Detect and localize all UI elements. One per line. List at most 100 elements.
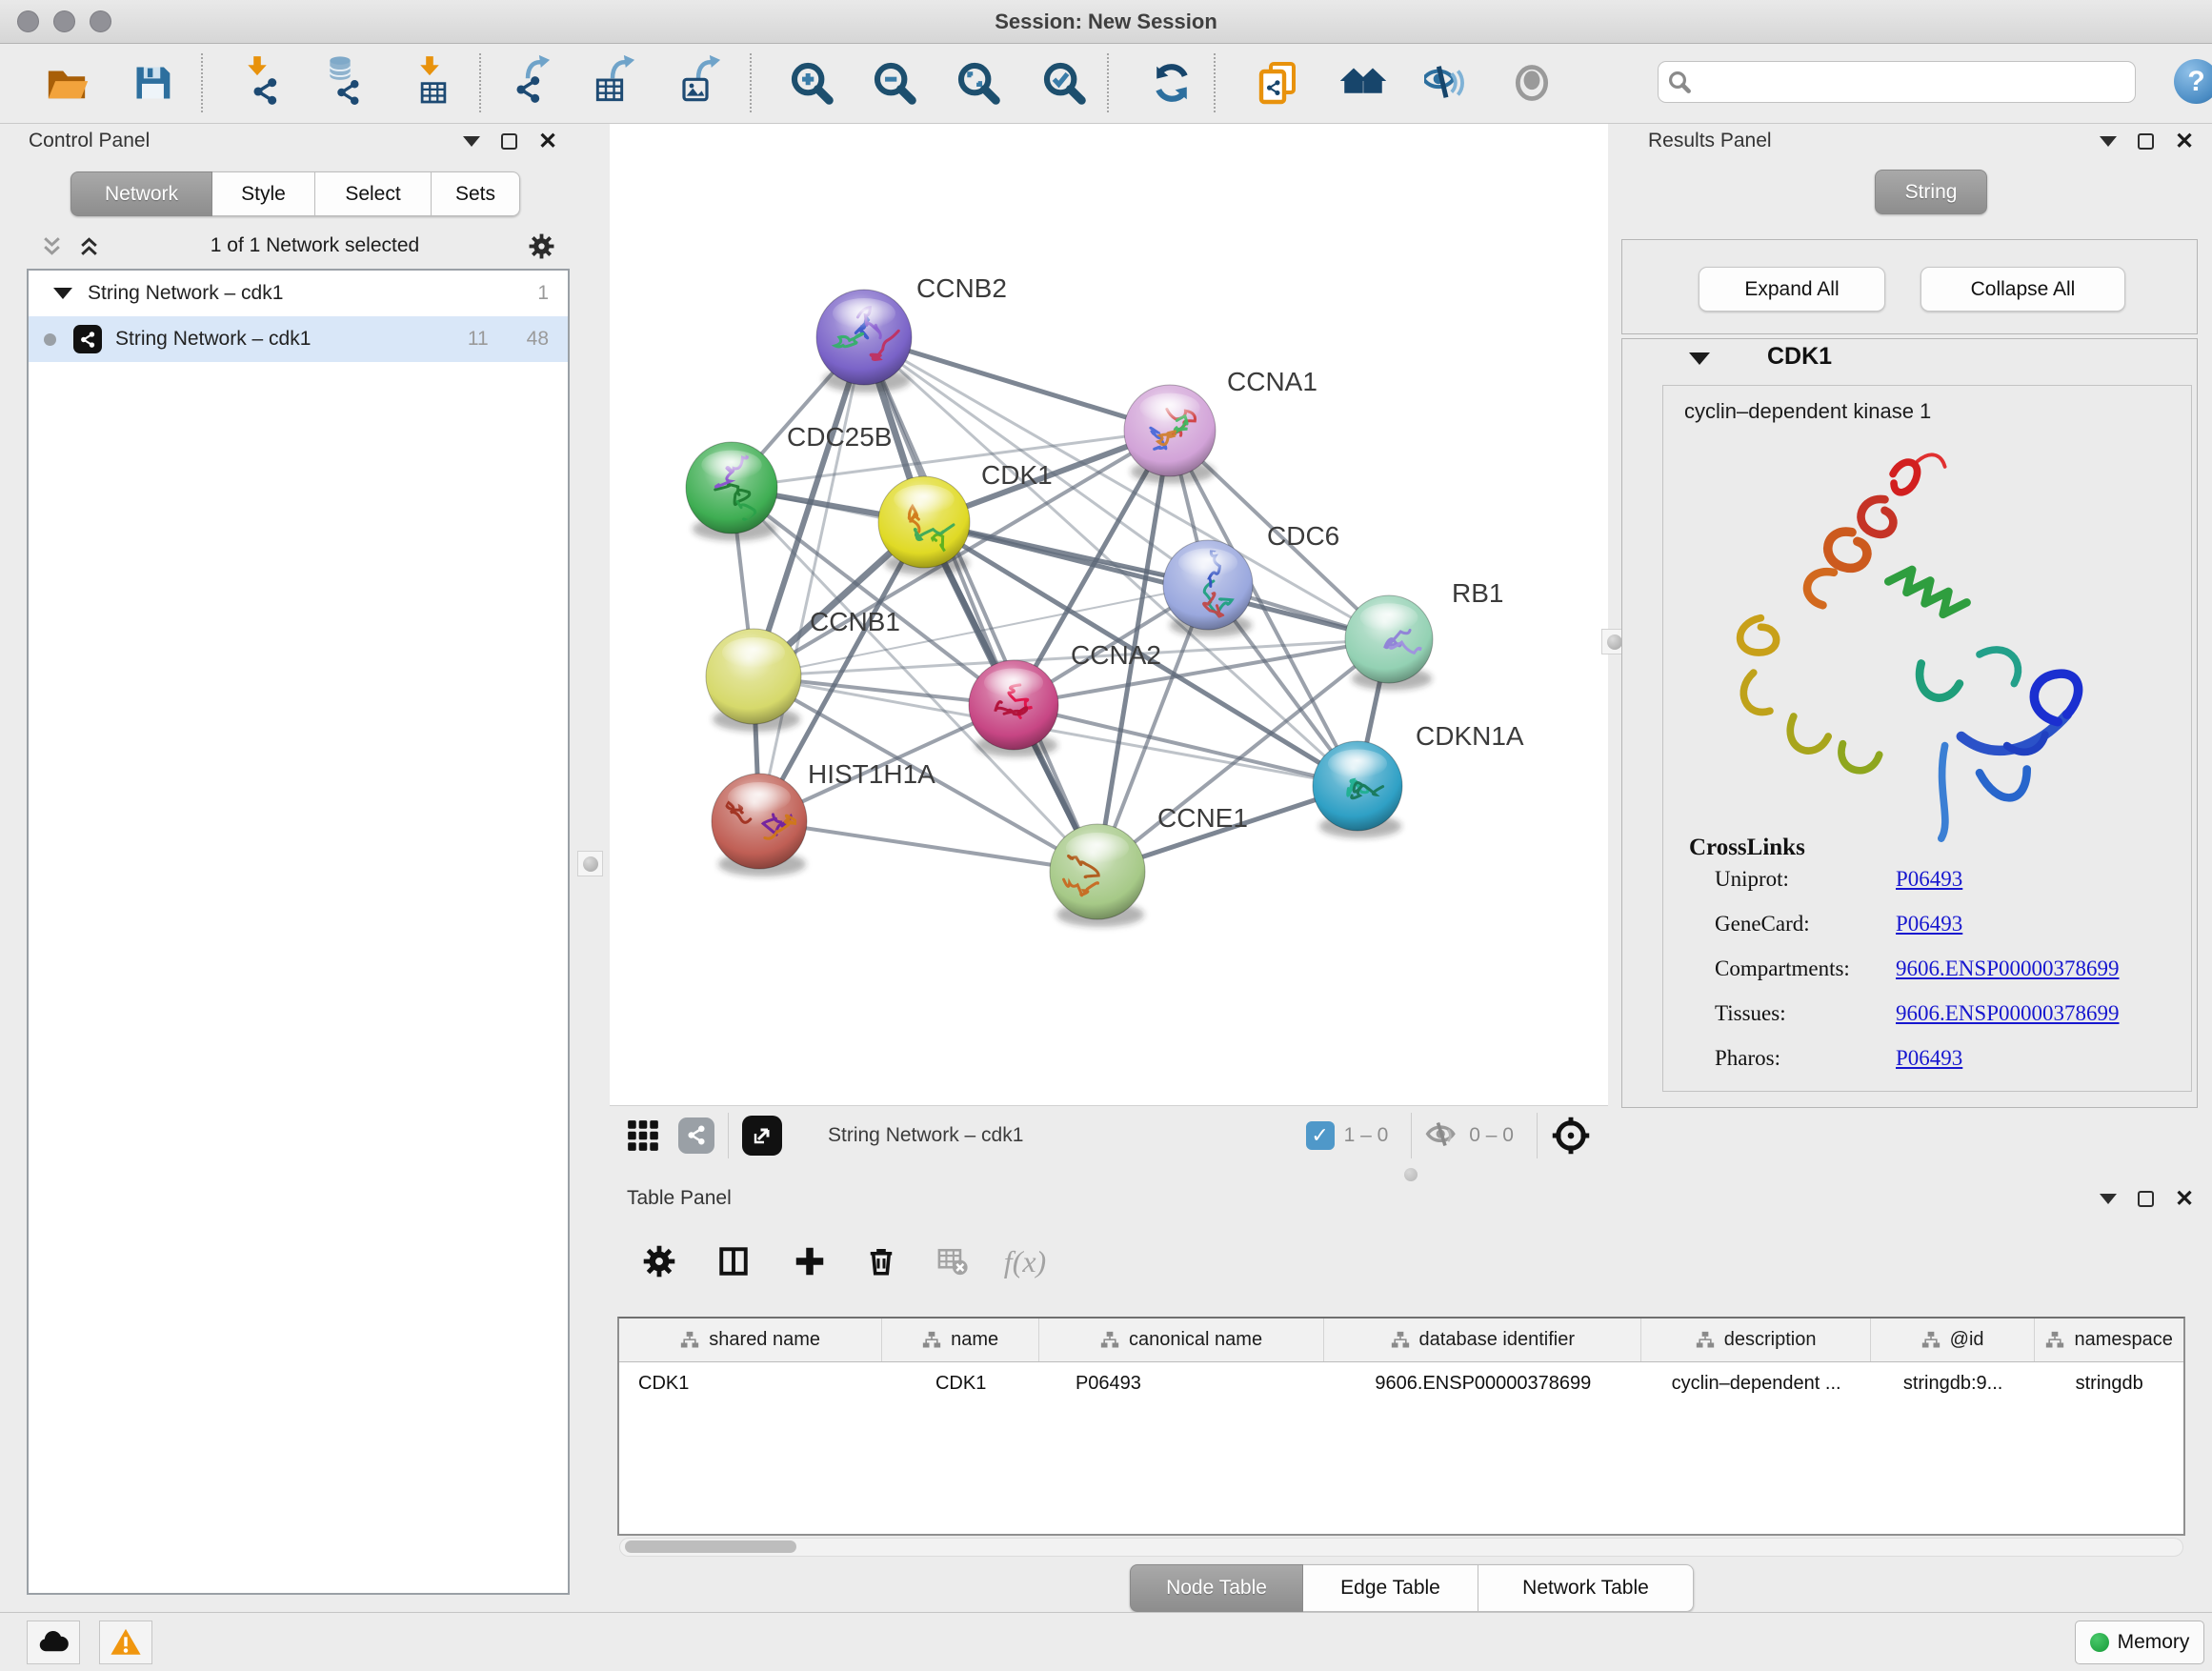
collection-disclosure-icon[interactable] — [53, 288, 72, 299]
delete-column-button[interactable] — [855, 1235, 908, 1288]
graph-node-CDC25B[interactable] — [686, 442, 777, 541]
graph-node-CDKN1A[interactable] — [1313, 741, 1402, 838]
column-header[interactable]: @id — [1871, 1319, 2036, 1361]
table-cell[interactable]: CDK1 — [619, 1362, 882, 1404]
show-hidden-button[interactable] — [1504, 53, 1559, 112]
table-cell[interactable]: stringdb:9... — [1871, 1362, 2036, 1404]
close-panel-icon[interactable]: ✕ — [2175, 133, 2194, 150]
table-options-gear-button[interactable] — [633, 1235, 686, 1288]
close-panel-icon[interactable]: ✕ — [538, 133, 557, 150]
tab-network[interactable]: Network — [70, 171, 212, 216]
import-network-from-file-button[interactable] — [233, 53, 289, 112]
zoom-selected-button[interactable] — [1036, 53, 1092, 112]
help-button[interactable]: ? — [2174, 59, 2212, 104]
search-input[interactable] — [1699, 71, 2125, 93]
expand-all-button[interactable]: Expand All — [1699, 267, 1885, 312]
grid-view-icon[interactable] — [625, 1117, 661, 1154]
network-options-gear-icon[interactable] — [529, 233, 554, 259]
splitter-handle[interactable] — [1404, 1168, 1418, 1181]
float-panel-icon[interactable] — [2138, 1191, 2154, 1207]
export-image-button[interactable] — [673, 53, 728, 112]
birdseye-view-icon[interactable] — [742, 1116, 782, 1156]
column-header[interactable]: description — [1641, 1319, 1870, 1361]
tab-string[interactable]: String — [1875, 170, 1987, 214]
tab-edge-table[interactable]: Edge Table — [1303, 1564, 1478, 1612]
tab-sets[interactable]: Sets — [432, 171, 520, 216]
graph-node-CDC6[interactable] — [1163, 539, 1253, 636]
float-panel-icon[interactable] — [2138, 133, 2154, 150]
function-builder-button[interactable]: f(x) — [998, 1235, 1052, 1288]
apply-preferred-layout-button[interactable] — [1144, 53, 1199, 112]
hidden-eye-slash-icon[interactable] — [1425, 1118, 1459, 1153]
scrollbar-thumb[interactable] — [625, 1540, 796, 1553]
open-session-button[interactable] — [39, 53, 94, 112]
protein-disclosure-icon[interactable] — [1689, 352, 1710, 365]
tab-style[interactable]: Style — [212, 171, 315, 216]
crosslink-link[interactable]: 9606.ENSP00000378699 — [1896, 1001, 2120, 1026]
tab-network-table[interactable]: Network Table — [1478, 1564, 1694, 1612]
crosslink-link[interactable]: P06493 — [1896, 912, 1962, 936]
graph-node-CDK1[interactable] — [878, 476, 970, 575]
network-view-type-icon[interactable] — [678, 1117, 714, 1154]
graph-node-CCNA2[interactable] — [969, 660, 1058, 757]
hide-selected-button[interactable] — [1418, 53, 1474, 112]
crosslink-link[interactable]: 9606.ENSP00000378699 — [1896, 956, 2120, 981]
zoom-in-button[interactable] — [784, 53, 839, 112]
graph-node-HIST1H1A[interactable] — [712, 774, 807, 876]
table-horizontal-scrollbar[interactable] — [619, 1538, 2183, 1557]
houses-button[interactable] — [1336, 53, 1391, 112]
column-header[interactable]: database identifier — [1324, 1319, 1641, 1361]
crosslink-link[interactable]: P06493 — [1896, 867, 1962, 892]
cloud-status-button[interactable] — [27, 1621, 80, 1664]
table-row[interactable]: CDK1 CDK1 P06493 9606.ENSP00000378699 cy… — [619, 1362, 2183, 1404]
selected-nodes-checkbox[interactable]: ✓ — [1306, 1121, 1335, 1150]
warnings-button[interactable] — [99, 1621, 152, 1664]
collapse-panel-icon[interactable] — [2100, 136, 2117, 147]
column-header[interactable]: name — [882, 1319, 1039, 1361]
import-network-from-database-button[interactable] — [315, 53, 371, 112]
network-node-count: 11 — [468, 328, 489, 351]
collapse-panel-icon[interactable] — [2100, 1194, 2117, 1204]
table-cell[interactable]: P06493 — [1039, 1362, 1324, 1404]
import-table-from-file-button[interactable] — [404, 53, 459, 112]
tab-select[interactable]: Select — [315, 171, 432, 216]
memory-button[interactable]: Memory — [2075, 1621, 2204, 1664]
expand-all-networks-icon[interactable] — [40, 234, 64, 258]
export-network-button[interactable] — [504, 53, 559, 112]
column-header[interactable]: shared name — [619, 1319, 882, 1361]
graph-node-CCNE1[interactable] — [1050, 824, 1145, 927]
houses-icon — [1340, 60, 1386, 106]
table-cell[interactable]: cyclin–dependent ... — [1641, 1362, 1870, 1404]
graph-node-RB1[interactable] — [1345, 595, 1434, 690]
collapse-all-button[interactable]: Collapse All — [1920, 267, 2125, 312]
float-panel-icon[interactable] — [501, 133, 517, 150]
zoom-fit-button[interactable] — [951, 53, 1006, 112]
show-columns-button[interactable] — [707, 1235, 760, 1288]
collapse-panel-icon[interactable] — [463, 136, 480, 147]
crosshair-icon[interactable] — [1551, 1116, 1591, 1156]
graph-node-CCNA1[interactable] — [1124, 385, 1216, 484]
close-panel-icon[interactable]: ✕ — [2175, 1191, 2194, 1207]
graph-node-CCNB1[interactable] — [706, 629, 801, 732]
export-table-button[interactable] — [587, 53, 642, 112]
save-session-button[interactable] — [125, 53, 180, 112]
table-cell[interactable]: 9606.ENSP00000378699 — [1324, 1362, 1641, 1404]
collapse-all-networks-icon[interactable] — [77, 234, 101, 258]
table-cell[interactable]: CDK1 — [882, 1362, 1039, 1404]
crosslink-link[interactable]: P06493 — [1896, 1046, 1962, 1071]
column-header[interactable]: canonical name — [1039, 1319, 1324, 1361]
splitter-handle[interactable] — [577, 851, 603, 876]
network-canvas[interactable]: CCNB2CCNA1CDC25BCDK1CDC6RB1CCNB1CCNA2CDK… — [610, 124, 1608, 1105]
zoom-out-button[interactable] — [867, 53, 922, 112]
delete-table-button[interactable] — [926, 1235, 979, 1288]
table-cell[interactable]: stringdb — [2035, 1362, 2183, 1404]
column-header[interactable]: namespace — [2035, 1319, 2183, 1361]
network-collection-row[interactable]: String Network – cdk1 1 — [29, 271, 568, 316]
table-grid-icon — [419, 78, 448, 107]
graph-node-CCNB2[interactable] — [816, 290, 912, 393]
network-row[interactable]: String Network – cdk1 11 48 — [29, 316, 568, 362]
graph-edge[interactable] — [759, 821, 1097, 872]
tab-node-table[interactable]: Node Table — [1130, 1564, 1303, 1612]
create-column-button[interactable] — [783, 1235, 836, 1288]
clone-network-button[interactable] — [1250, 53, 1305, 112]
